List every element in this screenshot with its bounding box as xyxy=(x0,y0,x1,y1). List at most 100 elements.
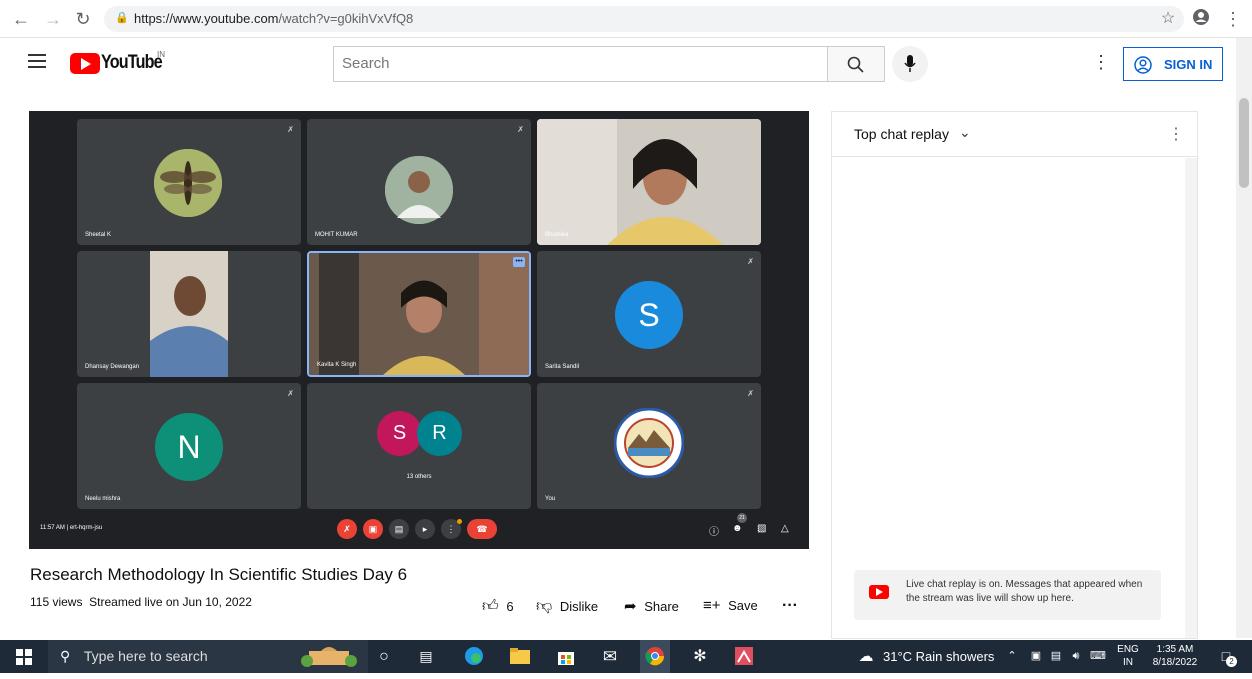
dragonfly-avatar xyxy=(154,149,222,217)
network-icon[interactable]: ▤ xyxy=(1048,640,1064,673)
scrollbar-thumb[interactable] xyxy=(1239,98,1249,188)
search-icon xyxy=(847,56,864,73)
activities-icon[interactable]: △ xyxy=(781,523,789,534)
participant-tile: S ✗ Sarita Sandil xyxy=(537,251,761,377)
chevron-up-icon[interactable]: ⌃ xyxy=(1004,640,1020,673)
chevron-down-icon[interactable]: ⌄ xyxy=(959,124,971,141)
participant-avatar-initial: N xyxy=(155,413,223,481)
save-button[interactable]: ≡+ Save xyxy=(703,597,758,614)
participant-tile: ✗ MOHIT KUMAR xyxy=(307,119,531,245)
language-indicator[interactable]: ENG IN xyxy=(1114,640,1142,673)
share-arrow-icon: ➦ xyxy=(624,598,637,615)
reload-icon[interactable]: ↻ xyxy=(72,8,94,30)
chat-icon[interactable]: ▧ xyxy=(757,523,766,534)
dislike-button[interactable]: 👎︎ Dislike xyxy=(536,597,598,616)
chat-mode-dropdown[interactable]: Top chat replay xyxy=(854,126,949,142)
search-icon: ⚲ xyxy=(60,648,71,664)
youtube-header: YouTube IN Search ⋮ SIGN IN xyxy=(0,38,1236,90)
language-code: ENG xyxy=(1117,644,1139,655)
back-arrow-icon[interactable]: ← xyxy=(10,8,32,30)
participant-avatar-initial: S xyxy=(377,411,422,456)
account-icon xyxy=(1134,56,1152,74)
youtube-logo-icon[interactable] xyxy=(70,53,100,74)
mic-off-icon: ✗ xyxy=(747,389,754,398)
kebab-menu-icon[interactable]: ⋮ xyxy=(1222,8,1244,30)
windows-start-icon[interactable] xyxy=(0,640,48,673)
lock-icon: 🔒 xyxy=(115,12,129,24)
dislike-label: Dislike xyxy=(559,599,599,614)
participant-avatar-initial: S xyxy=(615,281,683,349)
search-input[interactable]: Search xyxy=(333,46,827,82)
leave-call-button[interactable]: ☎ xyxy=(467,519,497,539)
participant-name: Neelu mishra xyxy=(85,496,121,502)
address-bar[interactable]: 🔒 https://www.youtube.com/watch?v=g0kihV… xyxy=(104,6,1184,32)
mic-off-button[interactable]: ✗ xyxy=(337,519,357,539)
snipping-tool-icon[interactable] xyxy=(730,640,758,673)
participant-name: Sheetal K xyxy=(85,232,112,238)
participant-tile-active: ••• Kavita K Singh xyxy=(307,251,531,377)
url-host: https://www.youtube.com xyxy=(134,11,279,26)
mail-icon[interactable]: ✉ xyxy=(596,640,624,673)
chat-menu-icon[interactable]: ⋮ xyxy=(1168,124,1184,144)
video-player[interactable]: ✗ Sheetal K ✗ MOHIT KUMAR Bhumika Dhansa… xyxy=(29,111,809,549)
youtube-logo-text[interactable]: YouTube xyxy=(101,52,163,74)
video-title: Research Methodology In Scientific Studi… xyxy=(30,565,408,584)
people-count-badge: 21 xyxy=(737,513,747,523)
profile-icon[interactable] xyxy=(1190,8,1212,30)
search-button[interactable] xyxy=(827,46,885,82)
playlist-add-icon: ≡+ xyxy=(703,597,721,614)
weather-text[interactable]: 31°C Rain showers xyxy=(883,640,998,673)
participant-tile: Bhumika xyxy=(537,119,761,245)
store-icon[interactable] xyxy=(552,640,580,673)
participant-name: Dhansay Dewangan xyxy=(85,364,140,370)
participant-name: Kavita K Singh xyxy=(317,362,357,368)
cortana-icon[interactable]: ○ xyxy=(372,640,396,673)
chat-header: Top chat replay ⌄ ⋮ xyxy=(832,112,1197,157)
others-count: 13 others xyxy=(406,474,432,480)
volume-icon[interactable]: 🔊︎ xyxy=(1068,640,1084,673)
live-chat-panel: Top chat replay ⌄ ⋮ Live chat replay is … xyxy=(831,111,1198,639)
like-button[interactable]: 👍︎ 6 xyxy=(482,597,514,616)
file-explorer-icon[interactable] xyxy=(506,640,534,673)
captions-button[interactable]: ▤ xyxy=(389,519,409,539)
bhumika-video-feed xyxy=(537,119,761,245)
university-seal-icon xyxy=(614,408,684,478)
info-icon[interactable]: ⓘ xyxy=(709,523,719,538)
chat-scrollbar[interactable] xyxy=(1185,158,1197,638)
page-scrollbar[interactable] xyxy=(1236,38,1252,638)
voice-search-button[interactable] xyxy=(892,46,928,82)
mic-off-icon: ✗ xyxy=(517,125,524,134)
task-view-icon[interactable]: ▤ xyxy=(414,640,438,673)
clock[interactable]: 1:35 AM 8/18/2022 xyxy=(1146,640,1204,673)
more-actions-icon[interactable]: ··· xyxy=(782,597,798,615)
sign-in-button[interactable]: SIGN IN xyxy=(1123,47,1223,81)
region-code: IN xyxy=(157,50,165,59)
kavita-video-feed xyxy=(309,253,529,375)
hamburger-menu-icon[interactable] xyxy=(28,54,46,68)
star-icon[interactable]: ☆ xyxy=(1157,8,1179,30)
participant-name: You xyxy=(545,496,556,502)
paint-icon[interactable]: ✻ xyxy=(686,640,714,673)
meeting-code: ert-hqrm-jsu xyxy=(69,525,103,531)
participant-avatar-initial: R xyxy=(417,411,462,456)
meet-now-icon[interactable]: ▣ xyxy=(1028,640,1044,673)
mic-off-icon: ✗ xyxy=(287,125,294,134)
participant-tile: S R 13 others xyxy=(307,383,531,509)
participant-name: Sarita Sandil xyxy=(545,364,580,370)
chrome-icon[interactable] xyxy=(640,640,670,673)
notification-center-icon[interactable]: □ xyxy=(1212,640,1240,673)
chat-replay-notice: Live chat replay is on. Messages that ap… xyxy=(854,570,1161,620)
settings-kebab-icon[interactable]: ⋮ xyxy=(1092,52,1110,73)
keyboard-icon[interactable]: ⌨ xyxy=(1090,640,1106,673)
chat-notice-text: Live chat replay is on. Messages that ap… xyxy=(906,579,1143,604)
camera-off-button[interactable]: ▣ xyxy=(363,519,383,539)
forward-arrow-icon[interactable]: → xyxy=(42,8,64,30)
participant-tile: N ✗ Neelu mishra xyxy=(77,383,301,509)
edge-icon[interactable] xyxy=(460,640,488,673)
view-count: 115 views xyxy=(30,595,83,609)
people-icon[interactable]: ☻ xyxy=(732,523,743,534)
thumbs-down-icon: 👎︎ xyxy=(536,598,553,615)
more-options-icon[interactable]: ••• xyxy=(513,257,525,267)
present-button[interactable]: ▸ xyxy=(415,519,435,539)
share-button[interactable]: ➦ Share xyxy=(624,597,679,615)
